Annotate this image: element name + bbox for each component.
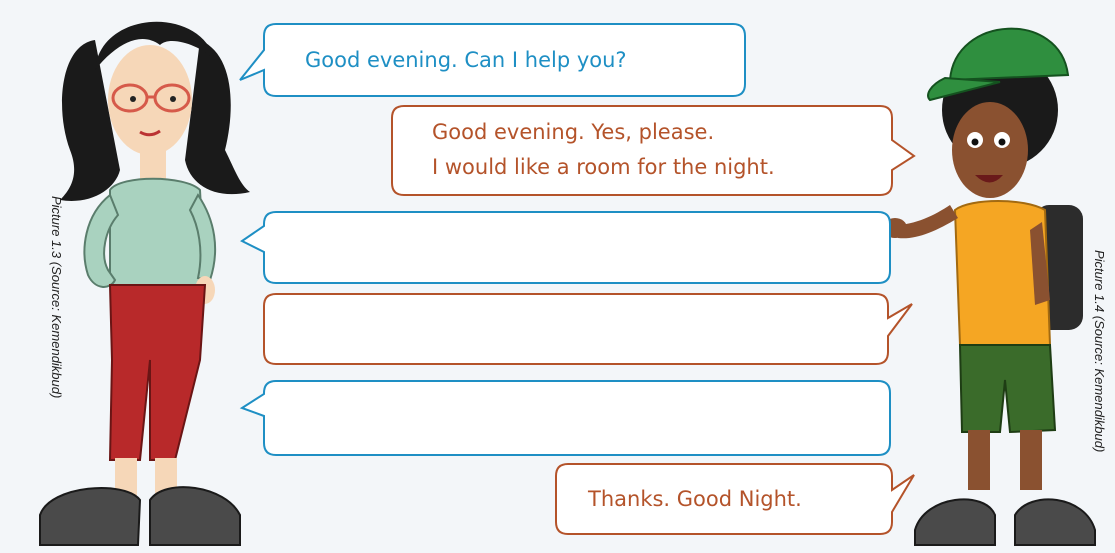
bubble-2-line-2: I would like a room for the night. <box>432 155 775 179</box>
speech-bubble-3-empty <box>240 211 891 284</box>
bubble-6-text: Thanks. Good Night. <box>588 487 802 511</box>
speech-bubble-5-empty <box>239 380 891 456</box>
bubble-1-text: Good evening. Can I help you? <box>305 48 627 72</box>
caption-picture-1-4: Picture 1.4 (Source: Kemendikbud) <box>1092 250 1107 453</box>
speech-bubble-4-empty <box>263 293 913 365</box>
bubble-2-line-1: Good evening. Yes, please. <box>432 120 715 144</box>
caption-picture-1-3: Picture 1.3 (Source: Kemendikbud) <box>49 196 64 399</box>
man-illustration <box>883 27 1096 546</box>
dialogue-scene <box>39 21 1096 546</box>
woman-illustration <box>39 21 250 546</box>
